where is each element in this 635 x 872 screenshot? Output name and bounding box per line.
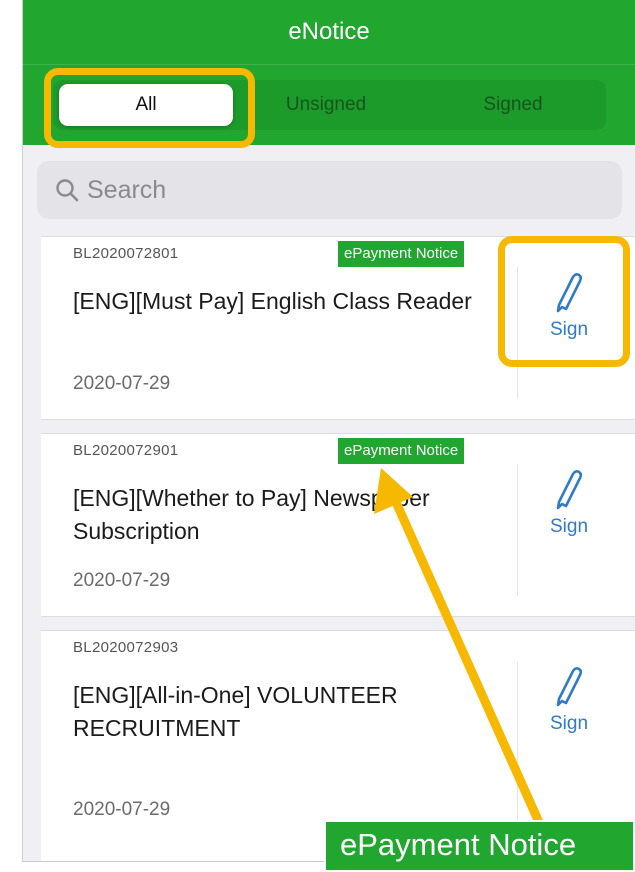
sign-label: Sign [549, 516, 589, 537]
highlight-box-all-tab [44, 68, 255, 148]
column-divider [517, 464, 518, 596]
pencil-icon [556, 667, 583, 707]
notice-date: 2020-07-29 [73, 373, 171, 394]
notice-title: [ENG][Must Pay] English Class Reader [73, 288, 472, 314]
epayment-badge: ePayment Notice [338, 241, 465, 267]
search-input[interactable]: Search [37, 161, 622, 219]
notice-title: [ENG][All-in-One] VOLUNTEER RECRUITMENT [73, 682, 398, 741]
sign-label: Sign [549, 713, 589, 734]
header-divider [23, 64, 635, 65]
notice-date: 2020-07-29 [73, 799, 171, 820]
tab-unsigned[interactable]: Unsigned [239, 84, 413, 126]
epayment-badge: ePayment Notice [338, 438, 465, 464]
tab-signed[interactable]: Signed [425, 84, 601, 126]
page-title: eNotice [288, 18, 370, 45]
highlight-box-sign [498, 236, 630, 367]
search-placeholder: Search [87, 176, 167, 204]
sign-button[interactable]: Sign [519, 468, 619, 548]
notice-date: 2020-07-29 [73, 570, 171, 591]
pencil-icon [556, 470, 583, 510]
notice-card[interactable]: BL2020072901 ePayment Notice [ENG][Wheth… [41, 433, 635, 617]
notice-ref: BL2020072801 [73, 245, 179, 262]
notice-title: [ENG][Whether to Pay] Newspaper Subscrip… [73, 485, 430, 544]
sign-button[interactable]: Sign [519, 665, 619, 745]
notice-ref: BL2020072903 [73, 639, 179, 656]
epayment-callout: ePayment Notice [324, 820, 635, 872]
notice-ref: BL2020072901 [73, 442, 179, 459]
search-icon [56, 179, 79, 202]
column-divider [517, 661, 518, 829]
